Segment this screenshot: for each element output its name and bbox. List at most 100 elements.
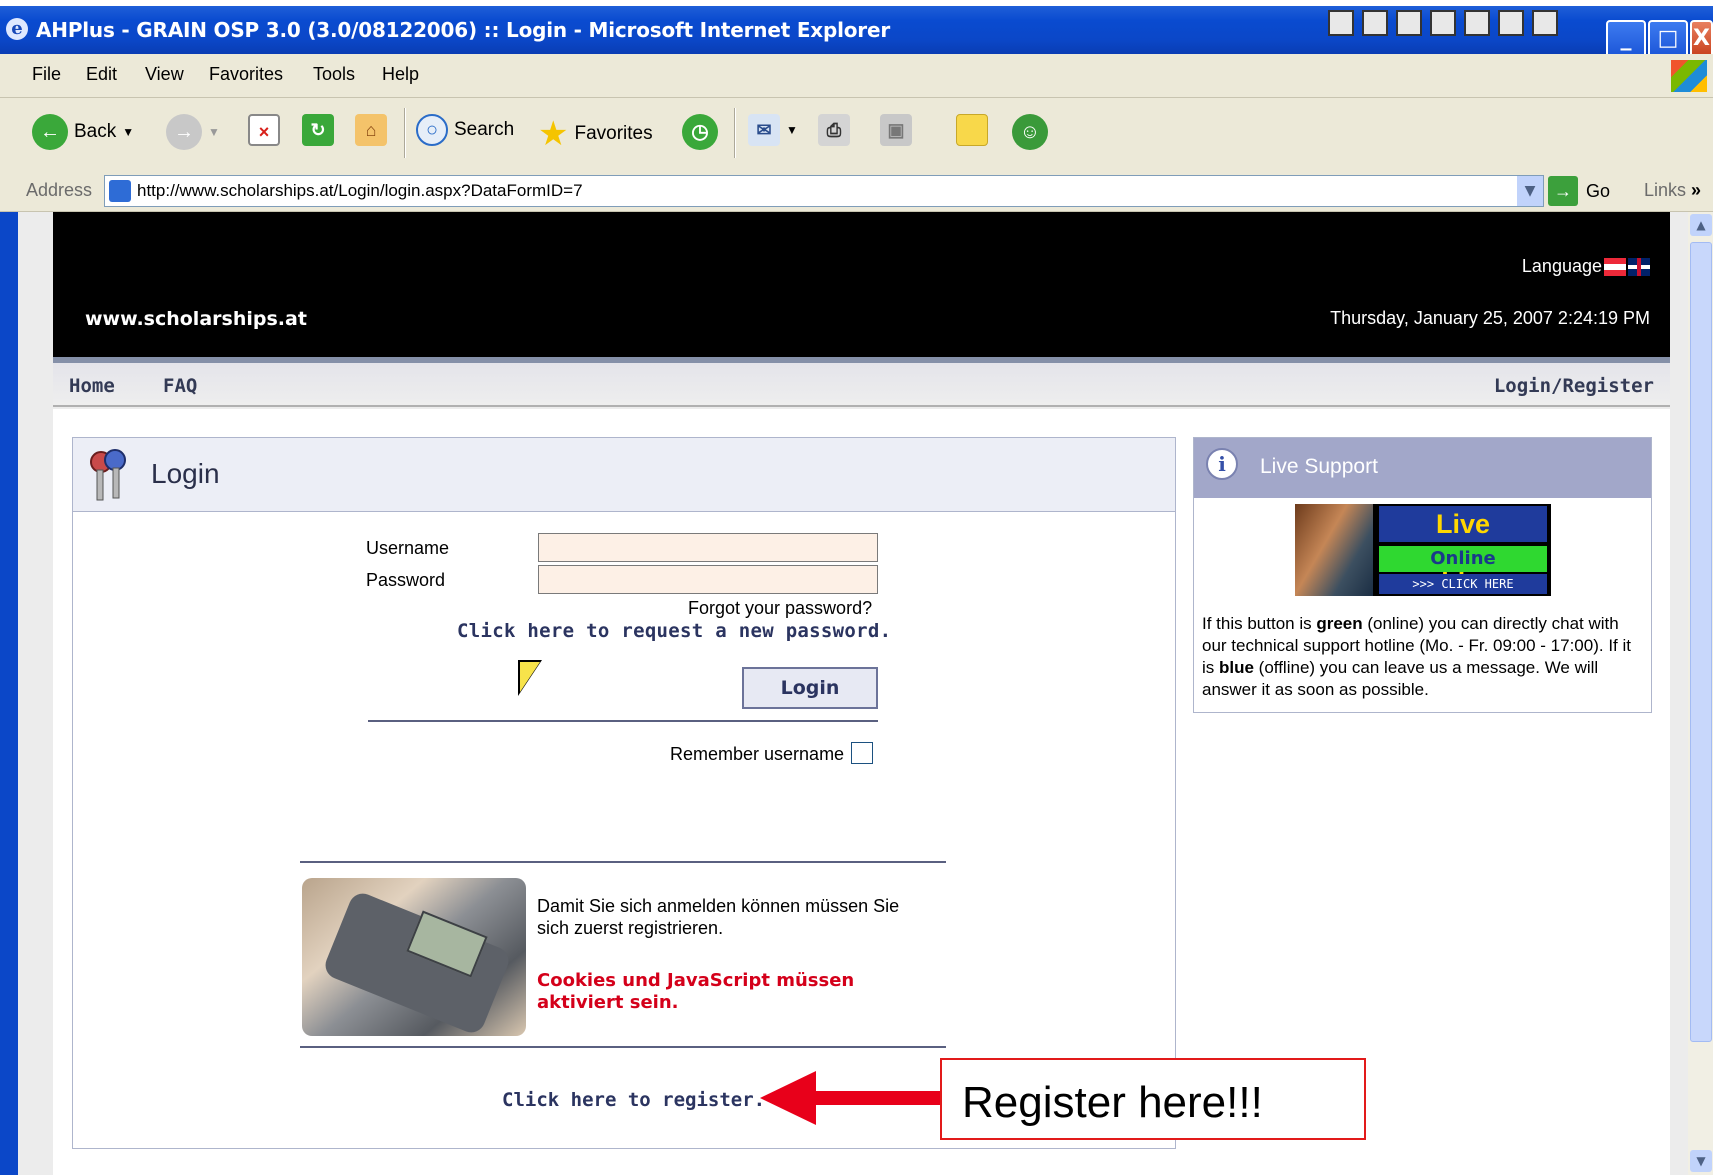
divider bbox=[300, 1046, 946, 1048]
username-input[interactable] bbox=[538, 533, 878, 562]
nav-faq[interactable]: FAQ bbox=[163, 375, 197, 397]
edit-button[interactable]: ▣ bbox=[880, 114, 912, 146]
handheld-device-image bbox=[302, 878, 526, 1036]
request-password-link[interactable]: Click here to request a new password. bbox=[457, 620, 891, 642]
history-button[interactable]: ◷ bbox=[682, 114, 718, 150]
back-label: Back bbox=[74, 121, 117, 142]
register-link[interactable]: Click here to register. bbox=[502, 1089, 765, 1111]
live-support-banner-title: Live Support! bbox=[1379, 506, 1547, 575]
divider bbox=[368, 720, 878, 722]
info-icon: i bbox=[1206, 448, 1238, 480]
discuss-button[interactable] bbox=[956, 114, 988, 146]
menu-edit[interactable]: Edit bbox=[86, 64, 117, 85]
menu-view[interactable]: View bbox=[145, 64, 184, 85]
address-input[interactable]: http://www.scholarships.at/Login/login.a… bbox=[104, 175, 1544, 207]
home-button[interactable]: ⌂ bbox=[355, 114, 387, 146]
live-support-panel: i Live Support Live Support! Online >>> … bbox=[1193, 437, 1652, 713]
search-icon: ○ bbox=[416, 114, 448, 146]
device-shape bbox=[321, 889, 513, 1036]
password-label-text: Password bbox=[366, 570, 446, 590]
address-bar: Address http://www.scholarships.at/Login… bbox=[0, 170, 1713, 212]
favorites-label: Favorites bbox=[574, 123, 653, 144]
powerpoint-icon[interactable] bbox=[1430, 10, 1456, 36]
divider bbox=[300, 861, 946, 863]
star-icon: ★ bbox=[538, 115, 569, 153]
app-icon[interactable] bbox=[1328, 10, 1354, 36]
back-button[interactable]: ← Back ▼ bbox=[32, 114, 134, 150]
scroll-thumb[interactable] bbox=[1690, 242, 1712, 1042]
live-support-header: i Live Support bbox=[1194, 438, 1651, 498]
print-button[interactable]: ⎙ bbox=[818, 114, 850, 146]
red-arrow-icon bbox=[760, 1071, 816, 1125]
nav-home[interactable]: Home bbox=[69, 375, 115, 397]
taskbar-app-icons bbox=[1328, 10, 1558, 36]
ie-icon: e bbox=[6, 18, 28, 40]
vertical-scrollbar[interactable]: ▲ ▼ bbox=[1688, 212, 1713, 1175]
project-icon[interactable] bbox=[1464, 10, 1490, 36]
login-button[interactable]: Login bbox=[742, 667, 878, 709]
password-input[interactable] bbox=[538, 565, 878, 594]
window-frame bbox=[0, 212, 18, 1175]
minimize-button[interactable]: _ bbox=[1606, 20, 1646, 58]
links-button[interactable]: Links » bbox=[1644, 180, 1701, 201]
search-label: Search bbox=[454, 119, 515, 140]
nav-login-register[interactable]: Login/Register bbox=[1494, 375, 1654, 397]
printer-icon: ⎙ bbox=[818, 114, 850, 146]
maximize-button[interactable]: □ bbox=[1648, 20, 1688, 58]
address-dropdown-icon[interactable]: ▼ bbox=[1517, 176, 1543, 206]
go-arrow-icon: → bbox=[1548, 176, 1578, 206]
toolbar-separator bbox=[734, 108, 736, 158]
forward-button[interactable]: → ▼ bbox=[166, 114, 220, 150]
menu-tools[interactable]: Tools bbox=[313, 64, 355, 85]
live-support-button[interactable]: Live Support! Online >>> CLICK HERE bbox=[1295, 504, 1551, 596]
search-button[interactable]: ○ Search bbox=[416, 114, 514, 146]
refresh-button[interactable]: ↻ bbox=[302, 114, 334, 146]
word-icon[interactable] bbox=[1362, 10, 1388, 36]
refresh-icon: ↻ bbox=[302, 114, 334, 146]
red-arrow-shaft bbox=[812, 1091, 942, 1105]
messenger-button[interactable]: ☺ bbox=[1012, 114, 1048, 150]
scroll-up-icon[interactable]: ▲ bbox=[1690, 214, 1712, 236]
address-label: Address bbox=[26, 180, 93, 200]
austria-flag-icon[interactable] bbox=[1604, 258, 1626, 276]
menu-help[interactable]: Help bbox=[382, 64, 419, 85]
menu-file[interactable]: File bbox=[32, 64, 61, 85]
go-button[interactable]: → Go bbox=[1548, 176, 1610, 206]
annotation-callout: Register here!!! bbox=[940, 1058, 1366, 1140]
remember-username-label: Remember username bbox=[670, 744, 845, 764]
mail-button[interactable]: ✉ ▼ bbox=[748, 114, 798, 146]
excel-icon[interactable] bbox=[1396, 10, 1422, 36]
uk-flag-icon[interactable] bbox=[1628, 258, 1650, 276]
header-datetime: Thursday, January 25, 2007 2:24:19 PM bbox=[1330, 308, 1650, 328]
scroll-down-icon[interactable]: ▼ bbox=[1690, 1150, 1712, 1172]
chevron-down-icon: ▼ bbox=[786, 123, 798, 137]
site-nav: Home FAQ Login/Register bbox=[53, 357, 1670, 407]
edit-icon: ▣ bbox=[880, 114, 912, 146]
live-support-status: Online bbox=[1379, 546, 1547, 572]
remember-username-checkbox[interactable] bbox=[851, 742, 873, 764]
acrobat-icon[interactable] bbox=[1498, 10, 1524, 36]
login-panel-header: Login bbox=[73, 438, 1175, 512]
go-label: Go bbox=[1586, 180, 1611, 201]
cookies-warning-text: Cookies und JavaScript müssen aktiviert … bbox=[537, 970, 855, 1013]
outlook-icon[interactable] bbox=[1532, 10, 1558, 36]
support-agent-image bbox=[1295, 504, 1373, 596]
callout-text: Register here!!! bbox=[962, 1078, 1263, 1127]
close-button[interactable]: X bbox=[1690, 20, 1713, 58]
stop-button[interactable]: × bbox=[248, 114, 280, 146]
live-support-description: If this button is green (online) you can… bbox=[1202, 614, 1631, 699]
address-url[interactable]: http://www.scholarships.at/Login/login.a… bbox=[137, 181, 583, 201]
home-icon: ⌂ bbox=[355, 114, 387, 146]
windows-logo-icon bbox=[1671, 60, 1707, 92]
history-icon: ◷ bbox=[682, 114, 718, 150]
site-header: Language www.scholarships.at Thursday, J… bbox=[53, 212, 1670, 357]
menu-favorites[interactable]: Favorites bbox=[209, 64, 283, 85]
back-arrow-icon: ← bbox=[32, 114, 68, 150]
username-label-text: Username bbox=[366, 538, 450, 558]
menu-bar: File Edit View Favorites Tools Help bbox=[0, 54, 1713, 98]
mail-icon: ✉ bbox=[748, 114, 780, 146]
forward-arrow-icon: → bbox=[166, 114, 202, 150]
language-label: Language bbox=[1521, 256, 1602, 276]
favorites-button[interactable]: ★ Favorites bbox=[538, 114, 653, 154]
window-title-bar: e AHPlus - GRAIN OSP 3.0 (3.0/08122006) … bbox=[0, 0, 1713, 58]
